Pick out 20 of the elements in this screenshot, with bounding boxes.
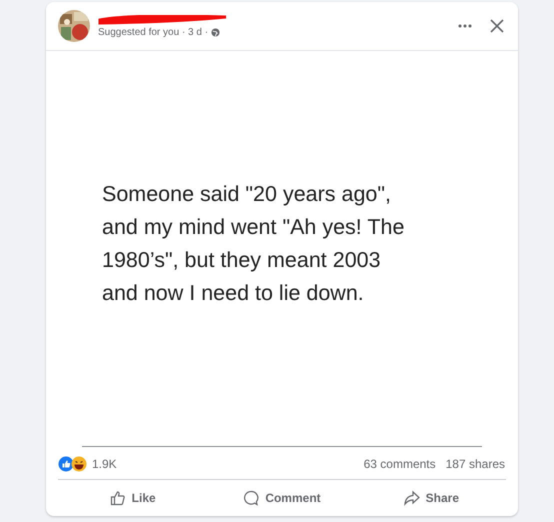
like-button[interactable]: Like — [58, 482, 208, 514]
close-icon — [490, 19, 504, 33]
comment-count[interactable]: 63 comments — [364, 457, 436, 471]
share-count[interactable]: 187 shares — [446, 457, 505, 471]
speech-bubble-icon — [243, 490, 260, 506]
globe-icon — [211, 28, 220, 36]
post-text-line: and now I need to lie down. — [102, 280, 365, 306]
reaction-icons — [58, 456, 88, 472]
share-button[interactable]: Share — [356, 482, 506, 514]
post-text-line: and my mind went "Ah yes! The — [102, 214, 406, 240]
post-text-line: Someone said "20 years ago", — [102, 180, 392, 208]
post-meta: Suggested for you · 3 d · — [98, 26, 208, 38]
thumbs-up-icon — [110, 490, 126, 506]
more-icon — [458, 24, 472, 28]
close-button[interactable] — [488, 17, 506, 35]
reaction-count: 1.9K — [92, 457, 117, 471]
post-text-line: 1980’s", but they meant 2003 — [102, 246, 382, 274]
comment-button[interactable]: Comment — [207, 482, 357, 514]
more-options-button[interactable] — [456, 22, 474, 30]
share-arrow-icon — [404, 490, 420, 506]
